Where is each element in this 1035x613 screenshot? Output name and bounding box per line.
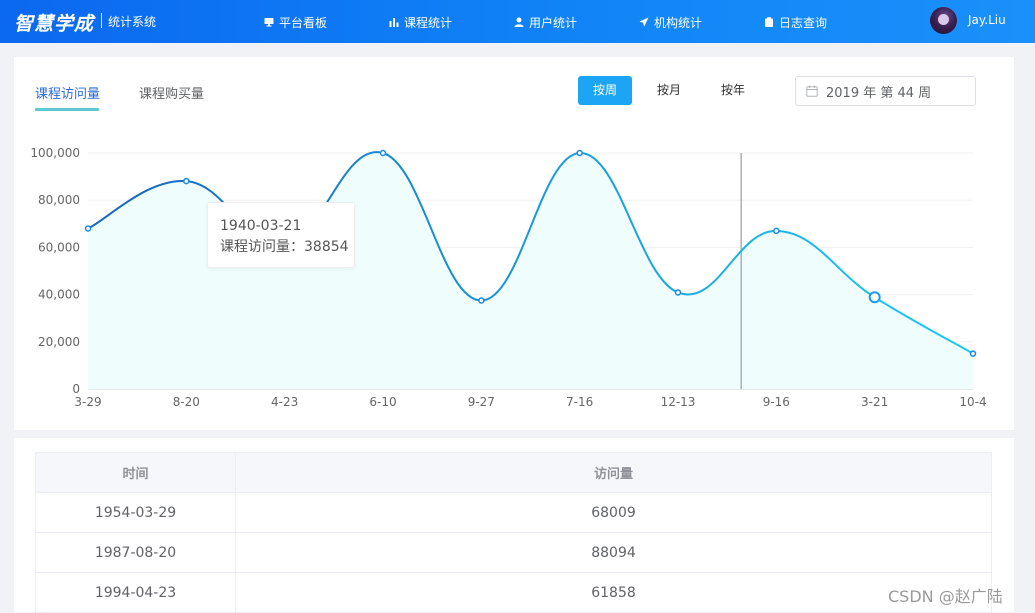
column-header-visits[interactable]: 访问量 [235,452,992,493]
visits-table: 时间 访问量 1954-03-29 68009 1987-08-20 88094… [35,452,992,613]
nav-item-platform-board[interactable]: 平台看板 [264,13,327,31]
x-tick-label: 9-16 [763,395,790,409]
nav-item-label: 课程统计 [404,15,453,30]
table-header-row: 时间 访问量 [35,452,992,493]
watermark: CSDN @赵广陆 [888,587,1003,606]
cell-time: 1994-04-23 [35,572,236,613]
clipboard-icon [765,17,773,27]
tooltip-value: 课程访问量：38854 [220,239,349,255]
x-tick-label: 3-21 [861,395,888,409]
visits-area-chart[interactable]: 0 20,000 40,000 60,000 80,000 100,000 3-29 8-20… [14,57,1014,430]
y-tick-label: 60,000 [38,240,80,254]
monitor-icon [264,18,274,27]
nav-item-log-query[interactable]: 日志查询 [764,13,827,31]
chart-card: 课程访问量 课程购买量 按周 按月 按年 2019 年 第 44 周 0 20,0… [14,57,1014,430]
data-point [379,149,387,157]
cell-time: 1954-03-29 [35,492,236,533]
x-tick-label: 8-20 [173,395,200,409]
y-tick-label: 100,000 [30,146,80,160]
data-point [84,225,92,232]
tooltip-date: 1940-03-21 [220,218,302,234]
data-point [674,289,682,296]
y-tick-label: 0 [72,382,80,396]
x-tick-label: 4-23 [271,395,298,409]
table-row: 1987-08-20 88094 [35,532,992,573]
x-tick-label: 9-27 [468,395,495,409]
table-row: 1954-03-29 68009 [35,492,992,533]
app-logo[interactable]: 智慧学成 [14,9,94,36]
x-tick-label: 6-10 [369,395,396,409]
x-tick-label: 3-29 [74,395,101,409]
y-tick-label: 20,000 [38,335,80,349]
nav-item-label: 平台看板 [279,15,328,30]
x-tick-label: 12-13 [661,395,696,409]
logo-divider [101,13,102,28]
highlighted-data-point [868,291,881,304]
avatar[interactable] [930,7,957,34]
nav-item-label: 用户统计 [529,15,578,30]
cell-time: 1987-08-20 [35,532,236,573]
data-point [183,177,190,185]
x-tick-label: 7-16 [566,395,593,409]
data-point [969,350,977,357]
top-navigation-bar: 智慧学成 统计系统 平台看板 课程统计 用户统计 机构统计 日志查询 Jay.L… [0,0,1035,43]
cell-visits: 88094 [235,532,992,573]
system-name: 统计系统 [108,15,157,29]
y-tick-label: 40,000 [38,288,80,302]
nav-item-label: 机构统计 [654,15,703,30]
table-row: 1994-04-23 61858 [35,572,992,613]
data-point [773,227,780,235]
chart-tooltip: 1940-03-21 课程访问量：38854 [207,202,355,268]
data-point [478,297,485,304]
user-icon [514,17,524,27]
data-point [576,149,583,157]
table-card: 时间 访问量 1954-03-29 68009 1987-08-20 88094… [14,438,1014,613]
nav-item-course-stats[interactable]: 课程统计 [389,13,452,31]
y-tick-label: 80,000 [38,193,80,207]
nav-item-user-stats[interactable]: 用户统计 [514,13,577,31]
username[interactable]: Jay.Liu [968,13,1006,27]
x-tick-label: 10-4 [959,395,986,409]
column-header-time[interactable]: 时间 [35,452,236,493]
send-icon [639,17,649,27]
bar-chart-icon [389,18,399,27]
nav-item-org-stats[interactable]: 机构统计 [639,13,702,31]
nav-item-label: 日志查询 [779,15,828,30]
cell-visits: 68009 [235,492,992,533]
cell-visits: 61858 [235,572,992,613]
